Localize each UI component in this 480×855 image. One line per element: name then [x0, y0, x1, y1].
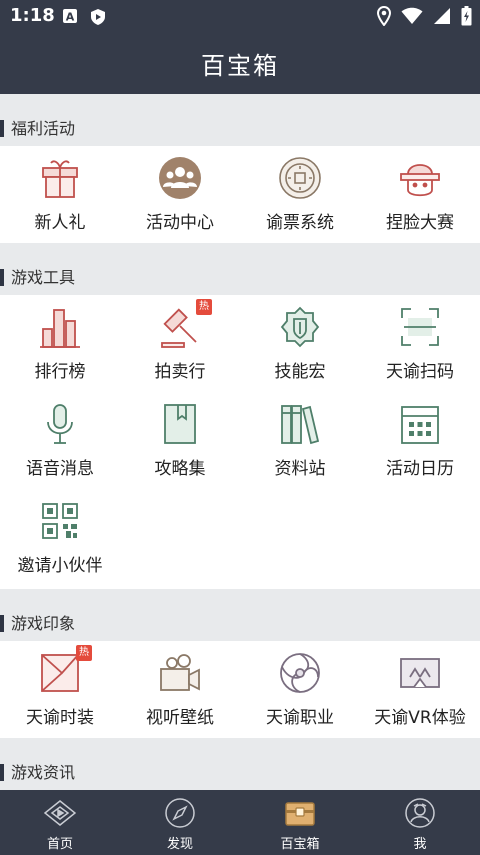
bar-chart-icon: [38, 305, 82, 349]
people-circle-icon: [158, 156, 202, 200]
grid-item-label: 谕票系统: [266, 213, 334, 233]
grid-item-label: 攻略集: [154, 459, 206, 479]
books-icon: [278, 402, 322, 446]
grid-item-skill-macro[interactable]: 技能宏: [240, 295, 360, 392]
page-title: 百宝箱: [201, 52, 279, 80]
grid-item-label: 天谕职业: [266, 708, 334, 728]
grid-item-strategy-guide[interactable]: 攻略集: [120, 392, 240, 489]
grid-item-event-calendar[interactable]: 活动日历: [360, 392, 480, 489]
grid-item-voice-message[interactable]: 语音消息: [0, 392, 120, 489]
grid-item-invite-friends[interactable]: 邀请小伙伴: [0, 489, 120, 586]
grid-item-profession[interactable]: 天谕职业: [240, 641, 360, 738]
tab-toolbox[interactable]: 百宝箱: [240, 790, 360, 855]
tab-label: 百宝箱: [280, 837, 320, 852]
bottom-tab-bar: 首页 发现 百宝箱 我: [0, 790, 480, 855]
section-header-impression: 游戏印象: [0, 589, 480, 641]
grid-item-label: 拍卖行: [154, 362, 206, 382]
grid-item-label: 新人礼: [34, 213, 86, 233]
tab-label: 发现: [166, 837, 193, 852]
calendar-icon: [398, 402, 442, 446]
tools-grid: 排行榜 热 拍卖行 技能宏 天谕扫码 语音消息 攻略集 资料站 活动日历 邀请小…: [0, 295, 480, 589]
tab-me[interactable]: 我: [360, 790, 480, 855]
video-camera-icon: [158, 651, 202, 695]
wifi-icon: [401, 7, 423, 29]
treasure-chest-icon: [284, 797, 316, 829]
grid-item-label: 天谕扫码: [386, 362, 454, 382]
tab-discover[interactable]: 发现: [120, 790, 240, 855]
compass-icon: [164, 797, 196, 829]
coin-icon: [278, 156, 322, 200]
title-bar: 百宝箱: [0, 32, 480, 94]
notification-a-icon: A: [62, 8, 78, 29]
grid-item-label: 排行榜: [34, 362, 86, 382]
tab-label: 我: [413, 837, 427, 852]
grid-item-leaderboard[interactable]: 排行榜: [0, 295, 120, 392]
svg-text:A: A: [66, 11, 75, 24]
grid-item-label: 邀请小伙伴: [17, 556, 103, 576]
grid-item-label: 捏脸大赛: [386, 213, 454, 233]
section-title: 游戏工具: [11, 268, 76, 287]
grid-item-label: 视听壁纸: [146, 708, 214, 728]
shield-play-icon: [90, 8, 106, 29]
grid-item-data-station[interactable]: 资料站: [240, 392, 360, 489]
swirl-icon: [278, 651, 322, 695]
grid-item-vr-experience[interactable]: 天谕VR体验: [360, 641, 480, 738]
grid-item-wallpaper[interactable]: 视听壁纸: [120, 641, 240, 738]
microphone-icon: [38, 402, 82, 446]
grid-item-face-contest[interactable]: 捏脸大赛: [360, 146, 480, 243]
home-icon: [43, 797, 77, 829]
impression-grid: 热 天谕时装 视听壁纸 天谕职业 天谕VR体验: [0, 641, 480, 738]
section-title: 游戏印象: [11, 614, 76, 633]
battery-charging-icon: [461, 6, 472, 30]
book-icon: [158, 402, 202, 446]
grid-item-label: 天谕VR体验: [374, 708, 466, 728]
grid-item-new-gift[interactable]: 新人礼: [0, 146, 120, 243]
grid-item-label: 语音消息: [26, 459, 94, 479]
grid-item-scan-code[interactable]: 天谕扫码: [360, 295, 480, 392]
grid-item-label: 活动日历: [386, 459, 454, 479]
section-header-welfare: 福利活动: [0, 94, 480, 146]
hot-badge: 热: [76, 645, 92, 661]
grid-item-activity-center[interactable]: 活动中心: [120, 146, 240, 243]
grid-item-ticket-system[interactable]: 谕票系统: [240, 146, 360, 243]
gift-icon: [38, 156, 82, 200]
grid-item-label: 资料站: [274, 459, 326, 479]
signal-icon: [433, 7, 451, 29]
section-header-tools: 游戏工具: [0, 243, 480, 295]
face-icon: [398, 156, 442, 200]
section-title: 游戏资讯: [11, 763, 76, 782]
tab-label: 首页: [46, 837, 73, 852]
profile-icon: [404, 797, 436, 829]
tab-home[interactable]: 首页: [0, 790, 120, 855]
grid-item-label: 技能宏: [274, 362, 326, 382]
welfare-grid: 新人礼 活动中心 谕票系统 捏脸大赛: [0, 146, 480, 243]
hot-badge: 热: [196, 299, 212, 315]
shield-emblem-icon: [278, 305, 322, 349]
grid-item-label: 天谕时装: [26, 708, 94, 728]
status-bar: 1:18 A: [0, 0, 480, 32]
grid-item-fashion[interactable]: 热 天谕时装: [0, 641, 120, 738]
main-content[interactable]: 福利活动 新人礼 活动中心 谕票系统 捏脸大赛 游戏工具 排行榜 热 拍卖行 技…: [0, 94, 480, 790]
scan-icon: [398, 305, 442, 349]
qr-code-icon: [38, 499, 82, 543]
section-title: 福利活动: [11, 119, 76, 138]
status-time: 1:18: [10, 5, 55, 26]
section-header-news: 游戏资讯: [0, 738, 480, 790]
grid-item-auction-house[interactable]: 热 拍卖行: [120, 295, 240, 392]
vr-headset-icon: [398, 651, 442, 695]
location-icon: [376, 5, 392, 30]
grid-item-label: 活动中心: [146, 213, 214, 233]
